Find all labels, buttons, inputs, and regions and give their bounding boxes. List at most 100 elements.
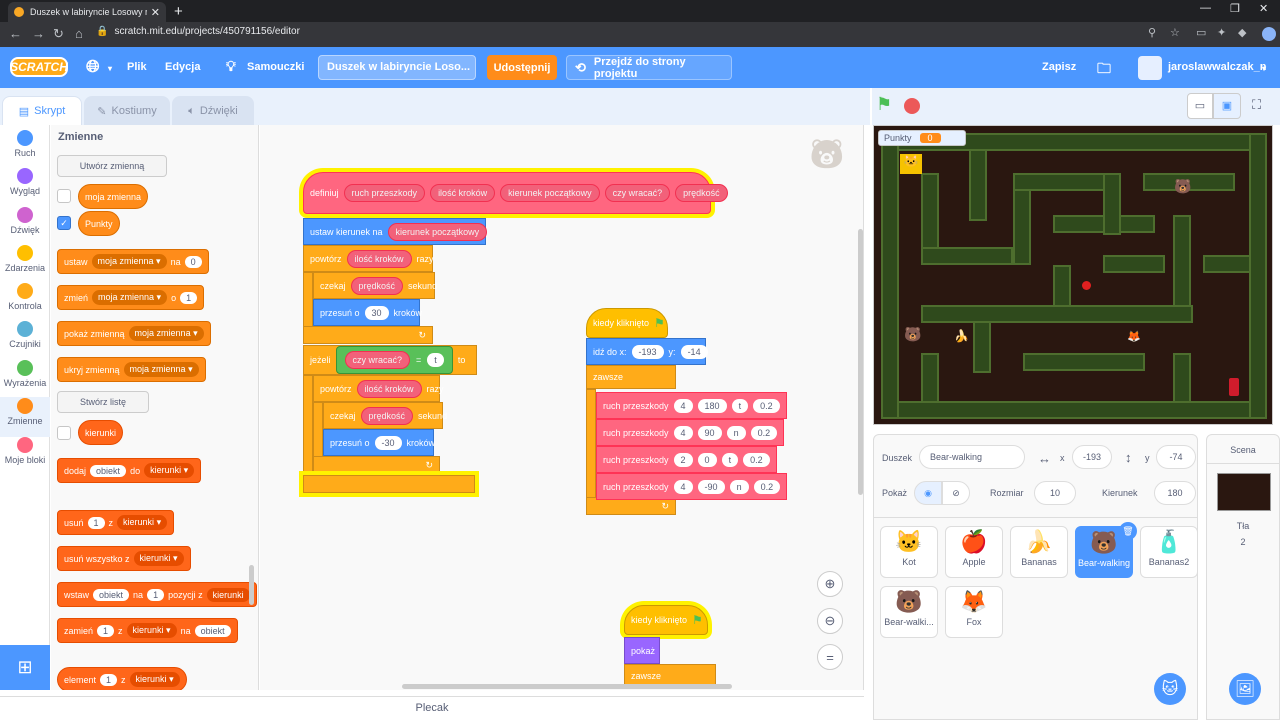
- arg-input[interactable]: -90: [697, 479, 725, 494]
- value-input[interactable]: 1: [147, 588, 165, 601]
- list-dropdown[interactable]: kierunki ▾: [133, 551, 184, 566]
- y-input[interactable]: -74: [1156, 445, 1196, 469]
- reload-icon[interactable]: ↻: [53, 26, 64, 42]
- value-input[interactable]: 1: [87, 516, 105, 529]
- arg-input[interactable]: n: [729, 479, 749, 494]
- arg-input[interactable]: 4: [673, 398, 693, 413]
- direction-input[interactable]: 180: [1154, 481, 1196, 505]
- fox-sprite-icon[interactable]: 🦊: [1127, 330, 1141, 343]
- category-5[interactable]: Czujniki: [0, 321, 50, 349]
- variable-dropdown[interactable]: moja zmienna ▾: [128, 326, 204, 341]
- custom-block-call[interactable]: ruch przeszkody 4 90 n 0.2: [596, 419, 785, 446]
- workspace-h-scrollbar[interactable]: [402, 684, 732, 689]
- account-chevron-icon[interactable]: ▾: [1262, 64, 1266, 73]
- sprite-name-input[interactable]: Bear-walking: [919, 445, 1025, 469]
- equals-operator[interactable]: czy wracać? = t: [335, 346, 453, 374]
- category-2[interactable]: Dźwięk: [0, 207, 50, 235]
- minimize-icon[interactable]: —: [1200, 2, 1211, 14]
- value-input[interactable]: 1: [97, 624, 115, 637]
- bear-sprite-icon[interactable]: 🐻: [1174, 178, 1191, 195]
- list-block[interactable]: kierunki: [78, 420, 124, 445]
- arg-input[interactable]: 0: [697, 452, 717, 467]
- user-avatar[interactable]: [1138, 56, 1162, 80]
- point-direction-block[interactable]: ustaw kierunek na kierunek początkowy: [303, 218, 488, 245]
- y-input[interactable]: -14: [680, 344, 708, 359]
- close-tab-icon[interactable]: ✕: [151, 6, 160, 19]
- home-icon[interactable]: ⌂: [75, 26, 83, 41]
- category-1[interactable]: Wygląd: [0, 168, 50, 196]
- arg-input[interactable]: 180: [697, 398, 727, 413]
- workspace-v-scrollbar[interactable]: [858, 229, 863, 495]
- make-list-button[interactable]: Stwórz listę: [57, 391, 149, 413]
- category-8[interactable]: Moje bloki: [0, 437, 50, 465]
- green-flag-icon[interactable]: ⚑: [876, 94, 892, 115]
- param-return[interactable]: czy wracać?: [604, 184, 671, 202]
- reporter-arg[interactable]: czy wracać?: [344, 351, 411, 369]
- language-globe-icon[interactable]: 🌐︎: [86, 57, 100, 77]
- arg-input[interactable]: 2: [673, 452, 693, 467]
- variable-monitor[interactable]: Punkty 0: [878, 130, 966, 146]
- zoom-out-icon[interactable]: ⊖: [817, 608, 843, 634]
- value-input[interactable]: 0: [184, 255, 202, 268]
- tutorials-menu[interactable]: Samouczki: [247, 61, 304, 73]
- custom-block-call[interactable]: ruch przeszkody 4 180 t 0.2: [596, 392, 787, 419]
- arg-input[interactable]: 0.2: [753, 479, 781, 494]
- sprite-tile[interactable]: 🐻 Bear-walking 🗑: [1075, 522, 1137, 578]
- delete-all-block[interactable]: usuń wszystko z kierunki ▾: [57, 546, 191, 571]
- arg-input[interactable]: t: [731, 398, 749, 413]
- category-3[interactable]: Zdarzenia: [0, 245, 50, 273]
- tab-sounds[interactable]: 🔈︎ Dźwięki: [172, 96, 254, 125]
- bananas2-sprite-icon[interactable]: [1229, 378, 1239, 396]
- list-dropdown[interactable]: kierunki ▾: [117, 515, 168, 530]
- replace-item-block[interactable]: zamień 1 z kierunki ▾ na obiekt: [57, 618, 238, 643]
- apple-sprite-icon[interactable]: [1082, 281, 1091, 290]
- zoom-reset-icon[interactable]: =: [817, 644, 843, 670]
- reporter-arg[interactable]: ilość kroków: [356, 379, 422, 398]
- value-input[interactable]: obiekt: [90, 464, 127, 477]
- category-4[interactable]: Kontrola: [0, 283, 50, 311]
- hide-sprite-eye-icon[interactable]: ⊘: [942, 481, 970, 505]
- code-workspace[interactable]: 🐻︎ definiuj ruch przeszkody ilość kroków…: [260, 125, 864, 690]
- change-variable-block[interactable]: zmień moja zmienna ▾ o 1: [57, 285, 205, 310]
- repeat-block[interactable]: powtórz ilość kroków razy: [303, 245, 434, 272]
- add-backdrop-icon[interactable]: 🖼︎: [1229, 673, 1261, 705]
- make-variable-button[interactable]: Utwórz zmienną: [57, 155, 167, 177]
- arg-input[interactable]: 4: [673, 425, 693, 440]
- var1-checkbox[interactable]: [57, 189, 71, 203]
- project-title-input[interactable]: Duszek w labiryncie Loso...: [318, 55, 476, 80]
- list-dropdown[interactable]: kierunki ▾: [144, 463, 195, 478]
- delete-sprite-icon[interactable]: 🗑: [1119, 522, 1137, 540]
- reporter-arg[interactable]: prędkość: [350, 276, 404, 295]
- list-dropdown[interactable]: kierunki: [206, 587, 250, 602]
- size-input[interactable]: 10: [1034, 481, 1076, 505]
- variable-dropdown[interactable]: moja zmienna ▾: [91, 254, 167, 269]
- forward-icon[interactable]: →: [32, 26, 45, 41]
- address-bar[interactable]: 🔒 scratch.mit.edu/projects/450791156/edi…: [96, 26, 300, 37]
- scratch-logo[interactable]: SCRATCH: [10, 57, 68, 77]
- extension-icon[interactable]: ◆: [1238, 26, 1246, 39]
- goto-xy-block[interactable]: idź do x: -193 y: -14: [586, 338, 708, 365]
- x-input[interactable]: -193: [1072, 445, 1112, 469]
- fullscreen-icon[interactable]: ⛶: [1252, 97, 1261, 113]
- param-steps[interactable]: ilość kroków: [430, 184, 496, 202]
- file-menu[interactable]: Plik: [127, 61, 147, 73]
- item-of-list-block[interactable]: element 1 z kierunki ▾: [57, 667, 187, 690]
- list-dropdown[interactable]: kierunki ▾: [129, 672, 180, 687]
- move-steps-block[interactable]: przesuń o 30 kroków: [313, 299, 422, 326]
- reporter-arg[interactable]: ilość kroków: [346, 249, 412, 268]
- number-input[interactable]: 30: [364, 305, 389, 320]
- repeat-block[interactable]: powtórz ilość kroków razy: [313, 375, 444, 402]
- define-block[interactable]: definiuj ruch przeszkody ilość kroków ki…: [303, 172, 728, 214]
- when-flag-clicked-block[interactable]: kiedy kliknięto ⚑: [586, 308, 668, 338]
- edit-menu[interactable]: Edycja: [165, 61, 200, 73]
- browser-tab[interactable]: Duszek w labiryncie Losowy ruch ✕: [8, 2, 166, 22]
- backdrop-thumbnail[interactable]: [1217, 473, 1271, 511]
- variable-dropdown[interactable]: moja zmienna ▾: [92, 290, 168, 305]
- custom-block-call[interactable]: ruch przeszkody 2 0 t 0.2: [596, 446, 777, 473]
- cat-sprite-icon[interactable]: 🐱: [900, 154, 922, 174]
- extensions-icon[interactable]: ✦: [1217, 26, 1226, 39]
- save-now-link[interactable]: Zapisz: [1042, 61, 1076, 73]
- list-checkbox[interactable]: [57, 426, 71, 440]
- backpack-header[interactable]: Plecak: [0, 696, 864, 720]
- new-tab-icon[interactable]: +: [174, 3, 183, 20]
